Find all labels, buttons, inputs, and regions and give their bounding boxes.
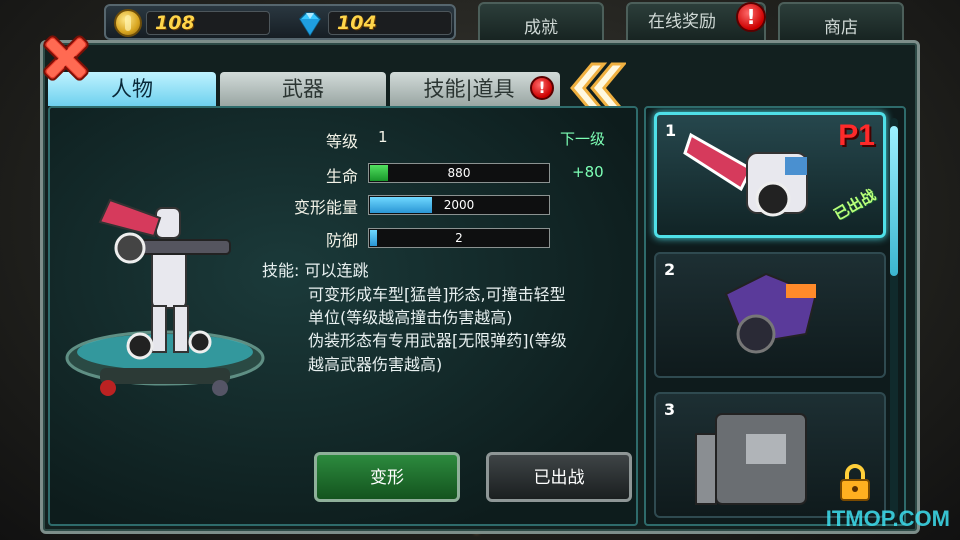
tab-weapon[interactable]: 武器 <box>220 72 386 106</box>
robot-3-image <box>695 413 807 505</box>
hp-value: 880 <box>447 166 471 180</box>
next-level-label: 下一级 <box>560 130 606 148</box>
hp-bar: 880 <box>368 163 550 183</box>
hp-label: 生命 <box>325 167 358 186</box>
player-tag: P1 <box>838 119 875 152</box>
defense-label: 防御 <box>325 231 358 250</box>
robot-1-image <box>683 132 808 217</box>
skills-alert-icon: ! <box>530 76 554 100</box>
hp-next-value: +80 <box>572 163 604 181</box>
character-list: 1 P1 已出战 2 3 <box>644 106 906 526</box>
deployed-button[interactable]: 已出战 <box>486 452 632 502</box>
defense-bar: 2 <box>368 228 550 248</box>
level-value: 1 <box>378 128 388 146</box>
skill-line-1: 技能: 可以连跳 <box>262 261 369 280</box>
tab-skills-items-label: 技能|道具 <box>423 77 515 101</box>
online-rewards-alert-icon: ! <box>736 2 766 32</box>
skill-line-5: 越高武器伤害越高) <box>308 355 443 374</box>
online-rewards-label: 在线奖励 <box>648 12 716 32</box>
character-list-scrollbar[interactable] <box>890 118 898 518</box>
defense-value: 2 <box>455 231 463 245</box>
watermark: ITMOP.COM <box>825 506 950 531</box>
character-card-index: 1 <box>665 121 677 140</box>
skill-line-2: 可变形成车型[猛兽]形态,可撞击轻型 <box>308 285 566 304</box>
robot-character-image <box>65 198 265 396</box>
coin-icon <box>114 9 142 37</box>
lock-icon <box>840 464 870 501</box>
transform-button[interactable]: 变形 <box>314 452 460 502</box>
skill-line-4: 伪装形态有专用武器[无限弹药](等级 <box>308 331 567 350</box>
character-card-3[interactable]: 3 <box>654 392 886 518</box>
coin-count: 108 <box>146 11 270 35</box>
level-label: 等级 <box>325 132 358 151</box>
character-card-index: 2 <box>664 260 676 279</box>
transform-energy-bar: 2000 <box>368 195 550 215</box>
character-card-1[interactable]: 1 P1 已出战 <box>654 112 886 238</box>
transform-energy-value: 2000 <box>443 198 475 212</box>
character-card-2[interactable]: 2 <box>654 252 886 378</box>
close-button[interactable] <box>38 30 94 86</box>
gem-count: 104 <box>328 11 452 35</box>
character-card-index: 3 <box>664 400 676 419</box>
currency-bar: 108 104 <box>104 4 456 40</box>
scroll-thumb[interactable] <box>890 126 898 276</box>
gem-icon <box>299 12 321 37</box>
robot-2-image <box>724 272 818 354</box>
transform-energy-label: 变形能量 <box>293 198 358 217</box>
skill-line-3: 单位(等级越高撞击伤害越高) <box>308 308 513 327</box>
character-detail: 等级 1 下一级 生命 880 +80 变形能量 2000 防御 2 技能: 可… <box>48 106 638 526</box>
